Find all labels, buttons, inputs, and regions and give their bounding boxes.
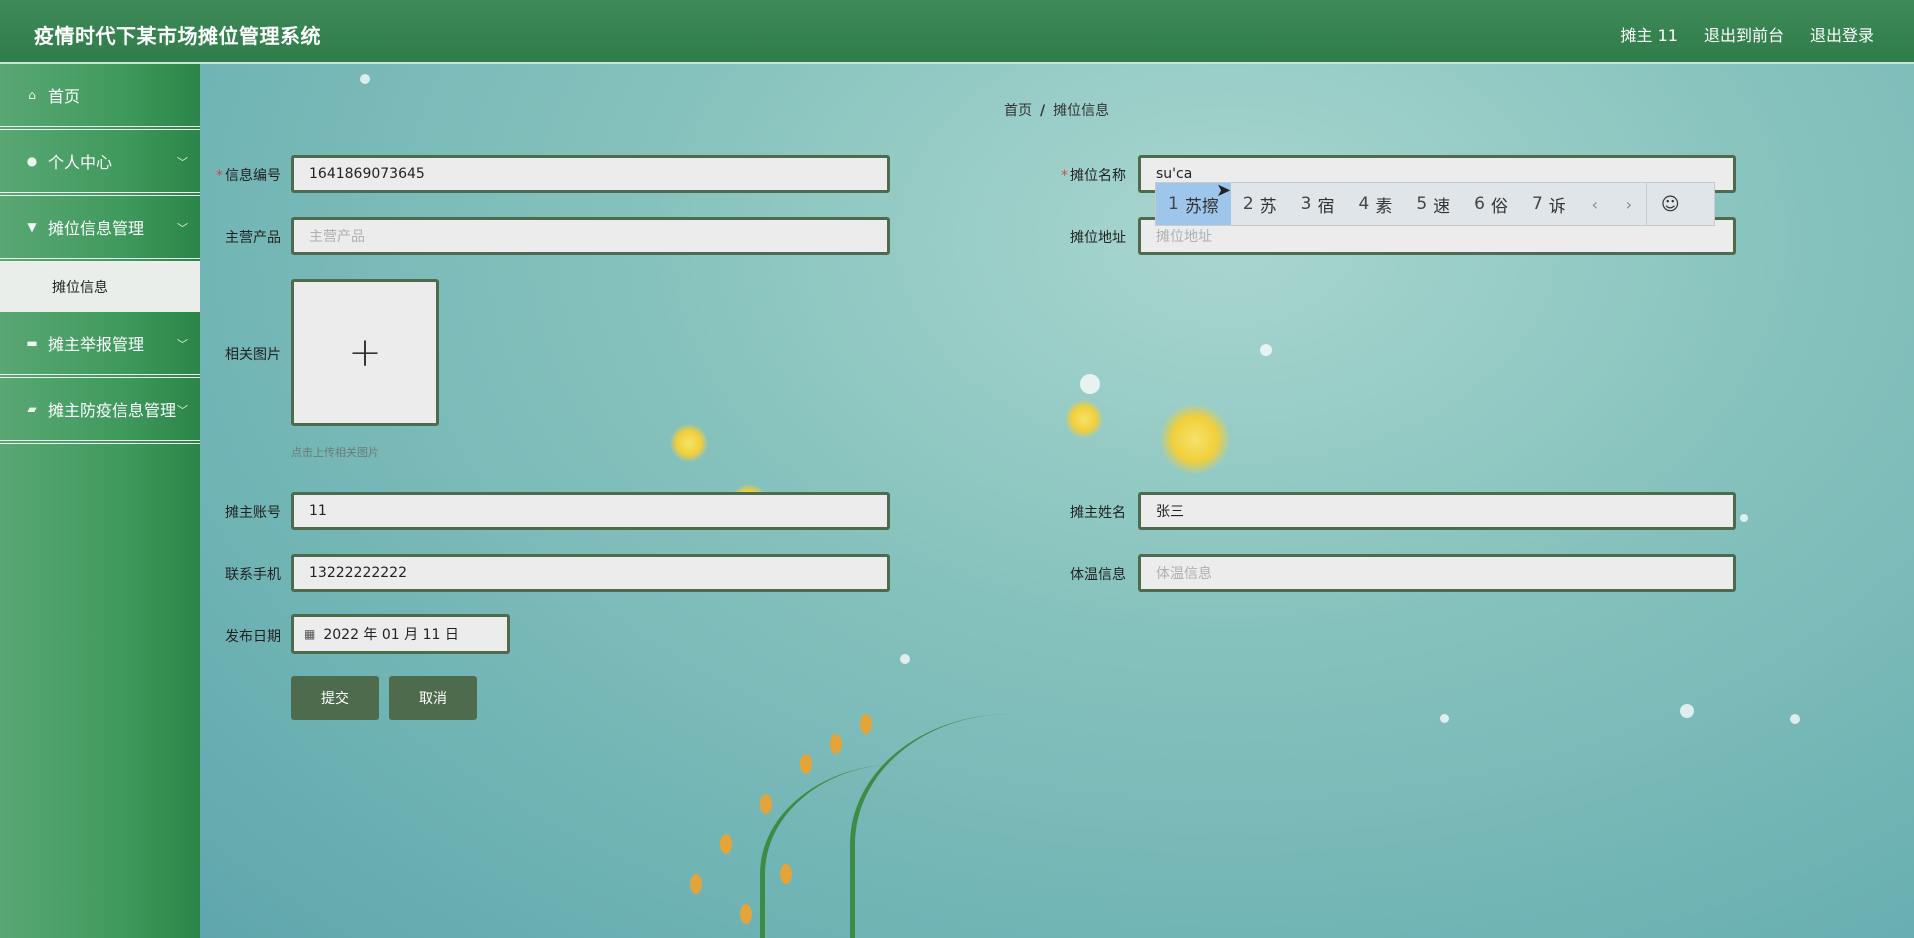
logout-link[interactable]: 退出登录 — [1810, 22, 1874, 46]
sidebar-item-report-management[interactable]: ▬ 摊主举报管理 ﹀ — [0, 312, 200, 378]
background-dot — [900, 654, 910, 664]
home-icon: ⌂ — [28, 88, 36, 102]
breadcrumb: 首页 / 摊位信息 — [1004, 100, 1109, 120]
ime-candidate[interactable]: 4素 — [1346, 183, 1404, 225]
owner-account-label: 摊主账号 — [225, 505, 281, 521]
background-grain — [720, 834, 732, 854]
background-flower — [1065, 400, 1103, 438]
calendar-icon: ▦ — [304, 627, 316, 641]
sidebar: ⌂ 首页 ● 个人中心 ﹀ ▼ 摊位信息管理 ﹀ 摊位信息 ▬ 摊主举报管理 ﹀… — [0, 64, 200, 938]
background-grain — [830, 734, 842, 754]
ime-emoji-icon[interactable]: ☺ — [1645, 183, 1694, 225]
plus-icon: + — [348, 329, 382, 376]
stall-address-label: 摊位地址 — [1070, 230, 1126, 246]
ime-candidate[interactable]: 2苏 — [1231, 183, 1289, 225]
background-flower — [670, 424, 708, 462]
stall-name-label: * 摊位名称 — [1061, 168, 1126, 184]
background-dot — [1680, 704, 1694, 718]
ime-candidate[interactable]: 3宿 — [1289, 183, 1347, 225]
owner-name-input[interactable]: 张三 — [1138, 492, 1736, 530]
main-product-label: 主营产品 — [225, 230, 281, 246]
publish-date-label: 发布日期 — [225, 629, 281, 645]
owner-account-input[interactable]: 11 — [291, 492, 890, 530]
ime-candidate-bar: 1 苏擦 2苏 3宿 4素 5速 6俗 7诉 ‹ › ☺ — [1155, 182, 1715, 226]
temperature-input[interactable]: 体温信息 — [1138, 554, 1736, 592]
sidebar-item-label: 首页 — [48, 87, 81, 106]
main-product-input[interactable]: 主营产品 — [291, 217, 890, 255]
sidebar-item-label: 摊主举报管理 — [48, 335, 145, 354]
sidebar-item-stall-management[interactable]: ▼ 摊位信息管理 ﹀ — [0, 196, 200, 262]
background-grain — [800, 754, 812, 774]
background-dot — [360, 74, 370, 84]
breadcrumb-home[interactable]: 首页 — [1004, 103, 1032, 119]
info-no-input[interactable]: 1641869073645 — [291, 155, 890, 193]
background-grain — [860, 714, 872, 734]
publish-date-value: 2022 年 01 月 11 日 — [323, 627, 459, 643]
background-flower — [1160, 404, 1230, 474]
info-no-label: * 信息编号 — [216, 168, 281, 184]
sidebar-item-health-management[interactable]: ▰ 摊主防疫信息管理 ﹀ — [0, 378, 200, 444]
background-grain — [740, 904, 752, 924]
image-upload-hint: 点击上传相关图片 — [291, 446, 379, 459]
phone-label: 联系手机 — [225, 567, 281, 583]
sidebar-item-label: 摊主防疫信息管理 — [48, 401, 177, 420]
ime-candidate[interactable]: 7诉 — [1520, 183, 1578, 225]
chevron-down-icon: ﹀ — [177, 404, 188, 417]
background-dot — [1790, 714, 1800, 724]
back-to-front-link[interactable]: 退出到前台 — [1704, 22, 1784, 46]
top-bar: 疫情时代下某市场摊位管理系统 摊主 11 退出到前台 退出登录 — [0, 0, 1914, 64]
image-upload-box[interactable]: + — [291, 279, 439, 426]
chevron-down-icon: ﹀ — [177, 222, 188, 235]
background-grain — [690, 874, 702, 894]
sidebar-item-home[interactable]: ⌂ 首页 — [0, 64, 200, 130]
sidebar-item-label: 摊位信息管理 — [48, 219, 145, 238]
publish-date-picker[interactable]: ▦ 2022 年 01 月 11 日 — [291, 614, 510, 654]
ime-candidate[interactable]: 6俗 — [1462, 183, 1520, 225]
health-icon: ▰ — [27, 402, 37, 416]
user-icon: ● — [26, 154, 38, 168]
sidebar-item-personal-center[interactable]: ● 个人中心 ﹀ — [0, 130, 200, 196]
report-icon: ▬ — [26, 336, 38, 350]
cancel-button[interactable]: 取消 — [389, 676, 477, 720]
background-dot — [1740, 514, 1748, 522]
chevron-down-icon: ﹀ — [177, 156, 188, 169]
chevron-down-icon: ﹀ — [177, 338, 188, 351]
breadcrumb-separator: / — [1040, 103, 1046, 119]
background-dot — [1080, 374, 1100, 394]
background-stem — [760, 764, 1040, 938]
ime-prev-icon[interactable]: ‹ — [1578, 195, 1612, 214]
temperature-label: 体温信息 — [1070, 567, 1126, 583]
sidebar-subitem-stall-info[interactable]: 摊位信息 — [0, 262, 200, 312]
breadcrumb-current: 摊位信息 — [1053, 103, 1110, 119]
user-name[interactable]: 摊主 11 — [1621, 22, 1678, 46]
ime-next-icon[interactable]: › — [1612, 195, 1646, 214]
top-right-links: 摊主 11 退出到前台 退出登录 — [1621, 22, 1874, 46]
background-dot — [1260, 344, 1272, 356]
background-grain — [760, 794, 772, 814]
mouse-cursor-icon: ➤ — [1216, 180, 1232, 201]
phone-input[interactable]: 13222222222 — [291, 554, 890, 592]
background-grain — [780, 864, 792, 884]
app-title: 疫情时代下某市场摊位管理系统 — [34, 24, 321, 48]
ime-candidate[interactable]: 5速 — [1404, 183, 1462, 225]
submit-button[interactable]: 提交 — [291, 676, 379, 720]
stall-icon: ▼ — [27, 220, 37, 234]
images-label: 相关图片 — [225, 347, 281, 363]
background-dot — [1440, 714, 1449, 723]
owner-name-label: 摊主姓名 — [1070, 505, 1126, 521]
sidebar-item-label: 个人中心 — [48, 153, 113, 172]
